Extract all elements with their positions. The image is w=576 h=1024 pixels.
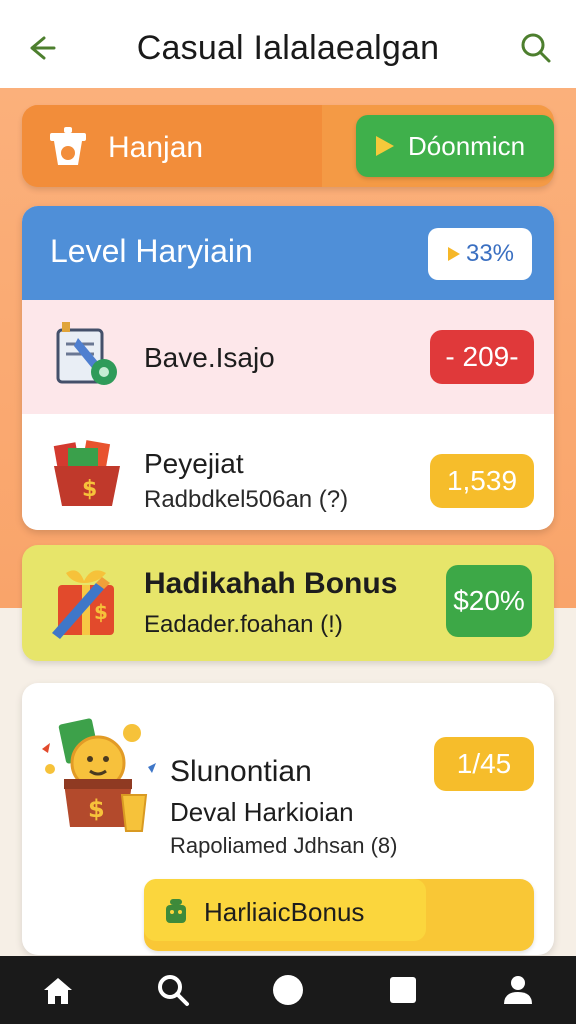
bottom-navigation [0,956,576,1024]
progress-arrow-icon [447,247,460,261]
level-title: Level Haryiain [50,233,253,269]
back-arrow-icon[interactable] [22,30,58,66]
row-value-badge: - 209- [430,330,534,384]
reward-card: $ Slunontian Deval Harkioian Rapoliamed … [22,683,554,955]
reward-detail: Rapoliamed Jdhsan (8) [170,833,398,858]
search-icon [157,975,189,1006]
status-bar [0,0,576,8]
play-icon [376,136,394,156]
circle-icon [272,975,303,1005]
reward-title: Slunontian [170,755,312,788]
claim-bonus-button[interactable]: HarliaicBonus [144,879,534,951]
level-percent: 33% [465,240,515,267]
nav-home[interactable] [36,968,80,1012]
nav-profile[interactable] [496,968,540,1012]
gift-pencil-icon: $ [52,570,114,639]
row-title: Peyejiat [144,448,244,479]
level-card: Level Haryiain 33% Bave.Isajo - 209- $ P… [22,206,554,530]
level-card-header: Level Haryiain 33% [22,206,554,300]
bonus-title: Hadikahah Bonus [144,567,398,600]
treasure-chest-coin-icon: $ [42,718,156,832]
svg-text:$: $ [94,600,108,624]
bonus-value-badge: $20% [446,565,532,637]
claim-bonus-button-label: HarliaicBonus [204,897,365,927]
profile-icon [504,976,533,1004]
row-title: Bave.Isajo [144,342,275,373]
page-title: Casual Ialalaealgan [136,28,440,67]
nav-search[interactable] [151,968,195,1012]
app-header: Casual Ialalaealgan [0,8,576,88]
nav-home-circle[interactable] [266,968,310,1012]
level-percent-badge: 33% [428,228,532,280]
list-item[interactable]: $ Peyejiat Radbdkel506an (?) 1,539 [22,414,554,530]
search-icon[interactable] [518,30,554,66]
nav-recents[interactable] [381,968,425,1012]
download-button[interactable]: Dóonmicn [356,115,554,177]
download-button-label: Dóonmicn [408,130,526,161]
home-icon [43,978,72,1004]
top-banner: Hanjan Dóonmicn [22,105,554,187]
reward-value-badge: 1/45 [434,737,534,791]
reward-subtitle: Deval Harkioian [170,797,354,827]
list-item[interactable]: Bave.Isajo - 209- [22,300,554,414]
row-value-badge: 1,539 [430,454,534,508]
android-robot-icon [166,899,186,923]
square-icon [390,977,417,1003]
bonus-card[interactable]: $ Hadikahah Bonus Eadader.foahan (!) $20… [22,545,554,661]
svg-text:$: $ [88,795,105,823]
gift-box-dollar-icon: $ [53,440,120,506]
trophy-cup-icon [50,127,86,165]
row-subtitle: Radbdkel506an (?) [144,486,349,513]
svg-text:$: $ [82,477,97,502]
bonus-subtitle: Eadader.foahan (!) [144,611,343,638]
document-gear-icon [56,322,117,385]
banner-label: Hanjan [108,131,204,164]
